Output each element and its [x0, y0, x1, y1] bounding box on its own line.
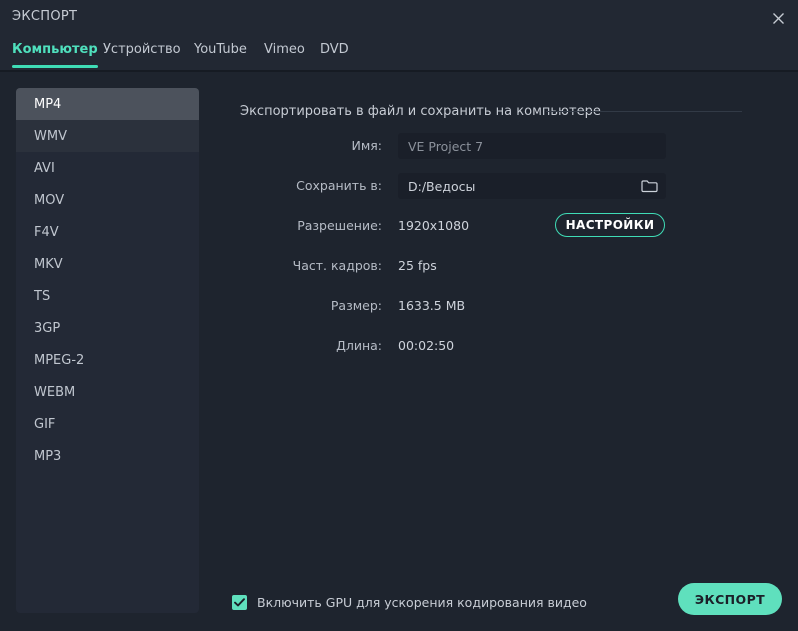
format-item-3gp[interactable]: 3GP: [16, 312, 199, 344]
format-item-label: 3GP: [34, 320, 61, 336]
format-item-webm[interactable]: WEBM: [16, 376, 199, 408]
resolution-label: Разрешение:: [297, 218, 382, 233]
size-label: Размер:: [330, 298, 382, 313]
format-item-avi[interactable]: AVI: [16, 152, 199, 184]
format-item-mp3[interactable]: MP3: [16, 440, 199, 472]
format-item-mp4[interactable]: MP4: [16, 88, 199, 120]
format-list[interactable]: MP4 WMV AVI MOV F4V MKV TS 3GP MPEG-2 WEBM GIF MP3: [16, 88, 199, 613]
title-bar: ЭКСПОРТ: [0, 0, 798, 34]
tab-active-underline: [12, 65, 98, 68]
tab-1[interactable]: Устройство: [103, 42, 181, 63]
format-item-label: WEBM: [34, 384, 76, 400]
folder-icon[interactable]: [640, 177, 658, 195]
format-item-mpeg-2[interactable]: MPEG-2: [16, 344, 199, 376]
close-icon[interactable]: [766, 6, 790, 30]
tab-label: DVD: [320, 42, 349, 57]
format-item-gif[interactable]: GIF: [16, 408, 199, 440]
checkbox-checked-icon: [232, 595, 247, 610]
tabbar-separator: [0, 70, 798, 72]
gpu-acceleration-checkbox[interactable]: Включить GPU для ускорения кодирования в…: [232, 595, 587, 610]
framerate-value: 25 fps: [398, 258, 437, 273]
format-item-wmv[interactable]: WMV: [16, 120, 199, 152]
resolution-value: 1920x1080: [398, 218, 470, 233]
format-item-label: MKV: [34, 256, 63, 272]
format-item-label: MOV: [34, 192, 65, 208]
gpu-acceleration-label: Включить GPU для ускорения кодирования в…: [257, 595, 587, 610]
format-item-label: MPEG-2: [34, 352, 85, 368]
format-item-label: F4V: [34, 224, 59, 240]
name-input-value: VE Project 7: [408, 138, 484, 154]
framerate-label: Част. кадров:: [292, 258, 382, 273]
format-item-label: TS: [34, 288, 51, 304]
save-to-input-value: D:/Ведосы: [408, 178, 476, 194]
format-item-label: WMV: [34, 128, 67, 144]
tab-3[interactable]: Vimeo: [264, 42, 305, 63]
format-item-mkv[interactable]: MKV: [16, 248, 199, 280]
tab-label: YouTube: [194, 42, 247, 57]
tab-2[interactable]: YouTube: [194, 42, 247, 63]
tab-label: Устройство: [103, 42, 181, 57]
tab-0[interactable]: Компьютер: [12, 42, 98, 68]
duration-label: Длина:: [336, 338, 382, 353]
duration-value: 00:02:50: [398, 338, 455, 353]
format-item-label: MP4: [34, 96, 62, 112]
save-to-label: Сохранить в:: [296, 178, 382, 193]
format-item-ts[interactable]: TS: [16, 280, 199, 312]
name-input[interactable]: VE Project 7: [398, 133, 666, 159]
format-item-f4v[interactable]: F4V: [16, 216, 199, 248]
settings-button[interactable]: НАСТРОЙКИ: [555, 213, 665, 237]
tab-4[interactable]: DVD: [320, 42, 349, 63]
format-item-mov[interactable]: MOV: [16, 184, 199, 216]
tab-label: Vimeo: [264, 42, 305, 57]
tab-label: Компьютер: [12, 42, 98, 57]
name-label: Имя:: [351, 138, 382, 153]
format-item-label: AVI: [34, 160, 55, 176]
size-value: 1633.5 MB: [398, 298, 466, 313]
format-item-label: GIF: [34, 416, 56, 432]
export-dialog: ЭКСПОРТ Компьютер Устройство YouTube Vimeo D…: [0, 0, 798, 631]
tab-bar: Компьютер Устройство YouTube Vimeo DVD: [0, 34, 798, 71]
section-divider: [546, 111, 742, 112]
export-button[interactable]: ЭКСПОРТ: [678, 583, 782, 615]
save-to-input[interactable]: D:/Ведосы: [398, 173, 666, 199]
format-item-label: MP3: [34, 448, 62, 464]
window-title: ЭКСПОРТ: [12, 9, 78, 24]
